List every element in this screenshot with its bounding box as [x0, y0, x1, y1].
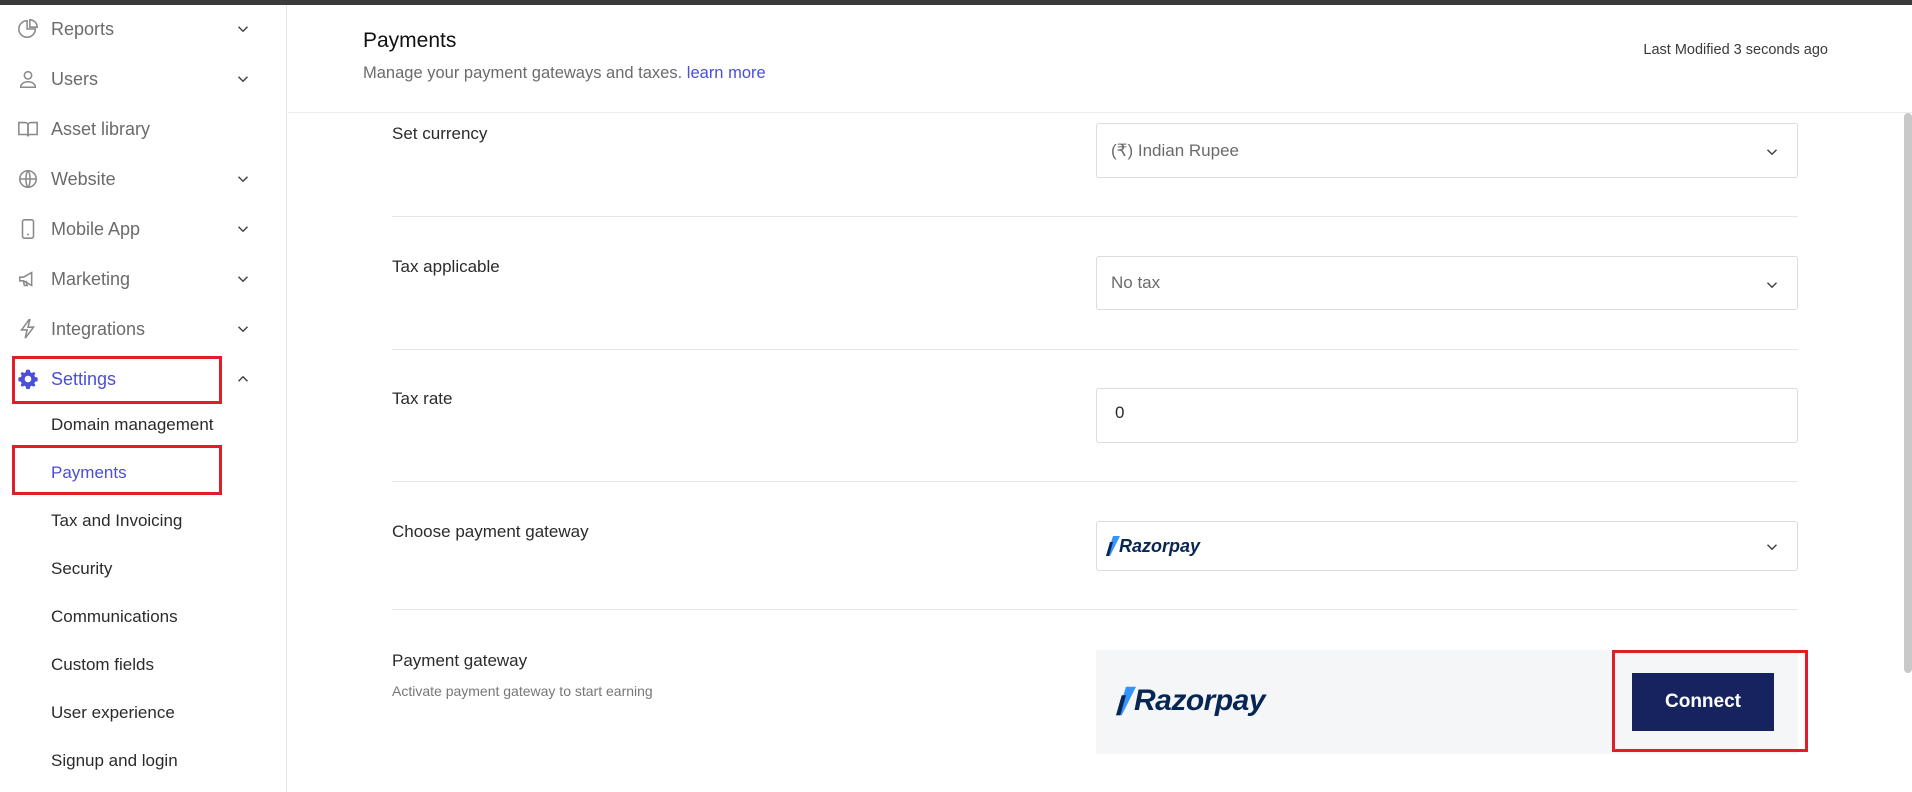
pie-chart-icon [18, 19, 38, 38]
currency-select-value: (₹) Indian Rupee [1111, 141, 1239, 160]
sidebar-item-mobile-app[interactable]: Mobile App [0, 207, 287, 251]
sidebar-item-website[interactable]: Website [0, 157, 287, 201]
razorpay-logo-icon [1106, 536, 1120, 556]
page-title: Payments [363, 29, 457, 52]
tax-applicable-label: Tax applicable [392, 257, 500, 276]
sidebar-item-label: Mobile App [51, 219, 141, 239]
chevron-down-icon [237, 326, 249, 333]
sidebar-item-label: Users [51, 69, 99, 89]
settings-subitem-domain-management[interactable]: Domain management [51, 415, 214, 435]
settings-highlight-box [12, 356, 222, 404]
globe-icon [18, 169, 38, 189]
sidebar-item-reports[interactable]: Reports [0, 7, 287, 51]
sidebar-item-label: Reports [51, 19, 115, 39]
divider [392, 609, 1798, 610]
tax-applicable-select-value: No tax [1111, 273, 1161, 292]
chevron-up-icon [237, 375, 249, 382]
gateway-select-value: Razorpay [1119, 536, 1201, 556]
settings-subitem-tax-and-invoicing[interactable]: Tax and Invoicing [51, 511, 182, 531]
chevron-down-icon [1766, 149, 1778, 156]
learn-more-link[interactable]: learn more [687, 64, 766, 82]
settings-subitem-custom-fields[interactable]: Custom fields [51, 655, 154, 675]
scrollbar[interactable] [1904, 113, 1912, 673]
payment-gateway-select[interactable]: Razorpay [1096, 521, 1798, 571]
last-modified-text: Last Modified 3 seconds ago [1643, 42, 1828, 58]
sidebar-item-label: Integrations [51, 319, 146, 339]
page-subtitle: Manage your payment gateways and taxes. … [363, 64, 766, 83]
chevron-down-icon [237, 176, 249, 183]
mobile-icon [21, 219, 35, 239]
sidebar-item-marketing[interactable]: Marketing [0, 257, 287, 301]
page-subtitle-text: Manage your payment gateways and taxes. [363, 64, 683, 82]
currency-select[interactable]: (₹) Indian Rupee [1096, 123, 1798, 178]
user-icon [19, 70, 37, 89]
chevron-down-icon [237, 276, 249, 283]
book-icon [18, 121, 38, 137]
chevron-down-icon [1766, 544, 1778, 551]
tax-rate-label: Tax rate [392, 389, 453, 408]
payment-gateway-label: Payment gateway [392, 651, 528, 670]
lightning-icon [20, 319, 36, 339]
divider [392, 216, 1798, 217]
payment-gateway-hint: Activate payment gateway to start earnin… [392, 683, 653, 699]
sidebar-item-asset-library[interactable]: Asset library [0, 107, 287, 151]
chevron-down-icon [237, 26, 249, 33]
chevron-down-icon [1766, 282, 1778, 289]
currency-label: Set currency [392, 124, 488, 143]
choose-gateway-label: Choose payment gateway [392, 522, 589, 541]
settings-subitem-communications[interactable]: Communications [51, 607, 178, 627]
chevron-down-icon [237, 76, 249, 83]
divider [392, 481, 1798, 482]
settings-subitem-security[interactable]: Security [51, 559, 112, 579]
sidebar-item-users[interactable]: Users [0, 57, 287, 101]
tax-rate-input[interactable] [1115, 403, 1755, 423]
razorpay-logo-icon [1116, 686, 1136, 716]
megaphone-icon [18, 271, 33, 287]
connect-highlight-box [1612, 650, 1808, 752]
divider [392, 349, 1798, 350]
settings-subitem-user-experience[interactable]: User experience [51, 703, 175, 723]
sidebar-item-label: Asset library [51, 119, 151, 139]
tax-applicable-select[interactable]: No tax [1096, 256, 1798, 310]
sidebar-item-integrations[interactable]: Integrations [0, 307, 287, 351]
razorpay-brand-text: Razorpay [1134, 684, 1266, 717]
sidebar-item-label: Marketing [51, 269, 131, 289]
sidebar-item-label: Website [51, 169, 116, 189]
page-header: Payments Manage your payment gateways an… [288, 5, 1912, 113]
tax-rate-field[interactable] [1096, 388, 1798, 443]
chevron-down-icon [237, 226, 249, 233]
settings-subitem-signup-and-login[interactable]: Signup and login [51, 751, 178, 771]
payments-highlight-box [12, 445, 222, 495]
